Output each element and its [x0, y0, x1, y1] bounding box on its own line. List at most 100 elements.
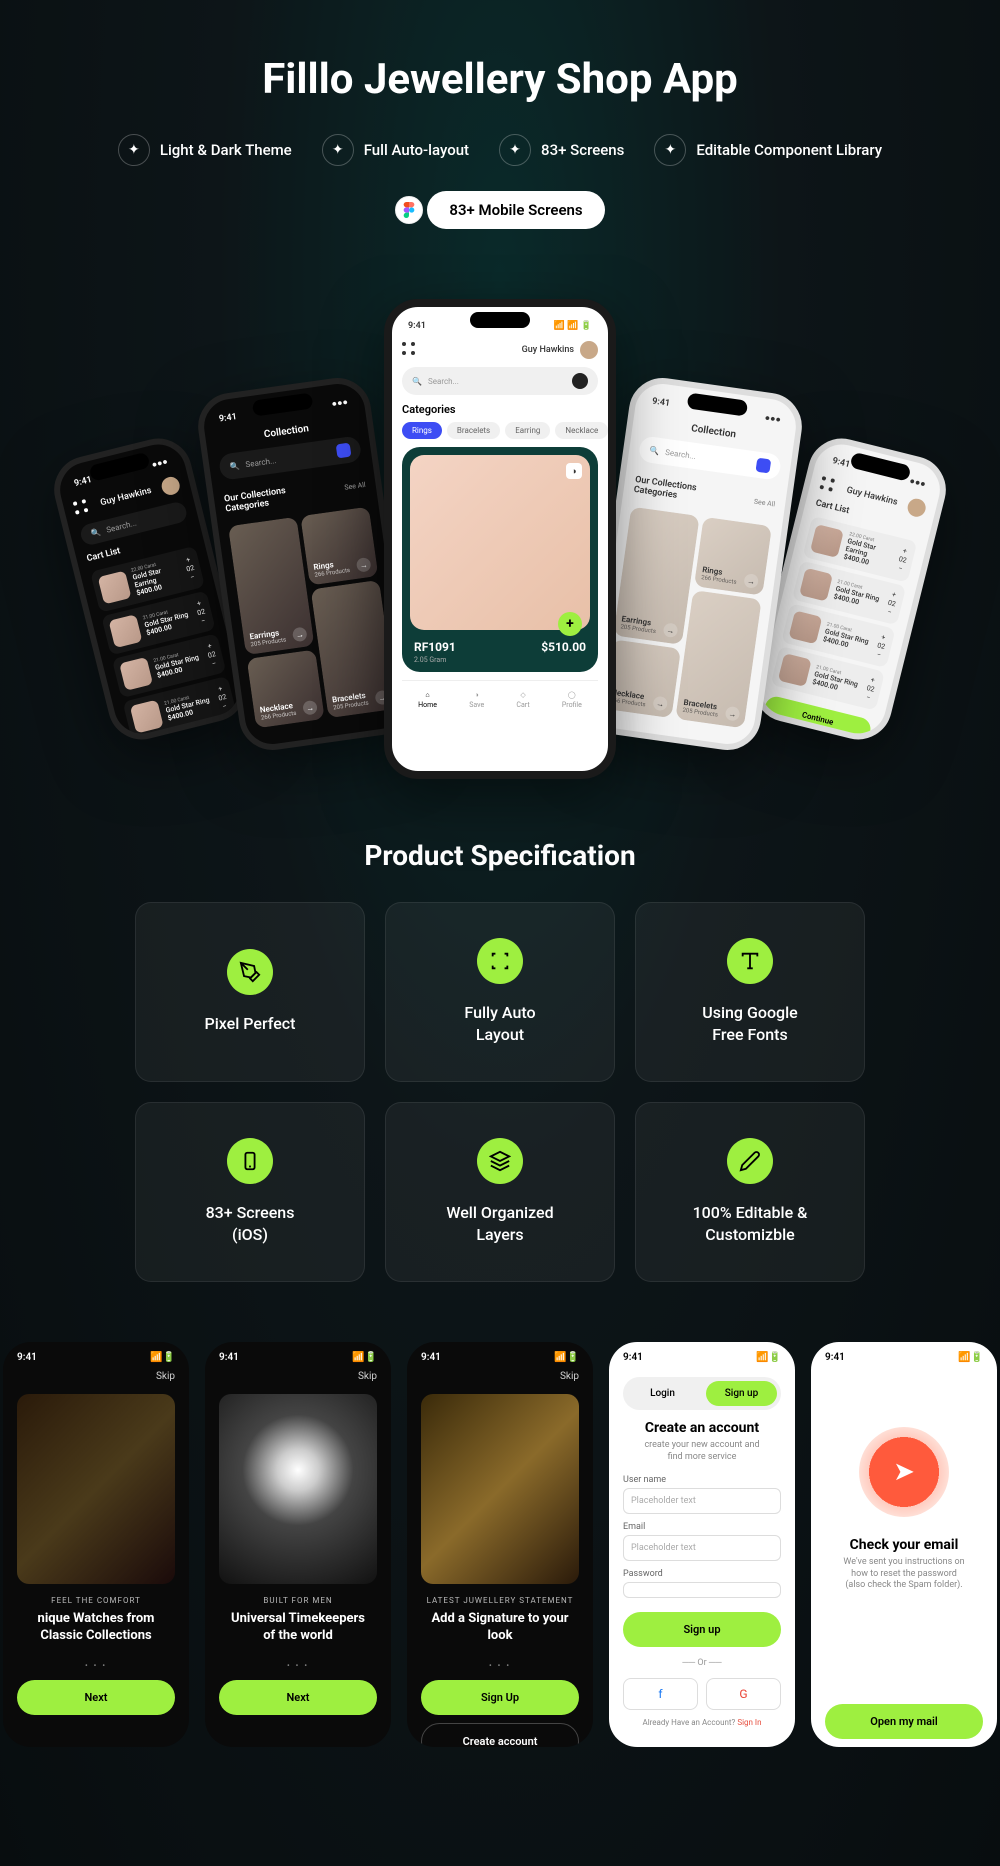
tab-necklace[interactable]: Necklace [555, 422, 608, 439]
skip-button[interactable]: Skip [407, 1367, 593, 1386]
specs-grid: Pixel PerfectFully AutoLayoutUsing Googl… [115, 902, 885, 1282]
create-account-button[interactable]: Create account [421, 1723, 579, 1747]
signup-button[interactable]: Sign up [623, 1612, 781, 1647]
nav-save[interactable]: ◑Save [469, 691, 484, 709]
tab-signup[interactable]: Sign up [706, 1381, 777, 1406]
menu-icon[interactable] [73, 498, 92, 517]
home-icon: ⌂ [425, 691, 429, 699]
specs-title: Product Specification [0, 839, 1000, 872]
collection-card[interactable]: Earrings205 Products→ [613, 507, 699, 645]
qty-plus[interactable]: + [880, 633, 886, 642]
spec-label: 100% Editable &Customizble [693, 1202, 808, 1247]
already-text: Already Have an Account? Sign In [609, 1718, 795, 1727]
tab-rings[interactable]: Rings [402, 422, 442, 439]
kicker: LATEST JUWELLERY STATEMENT [407, 1596, 593, 1605]
status-bar: 9:41📶🔋 [407, 1342, 593, 1367]
status-bar: 9:41📶🔋 [3, 1342, 189, 1367]
collection-card[interactable]: Earrings205 Products→ [228, 517, 314, 655]
qty-minus[interactable]: − [222, 702, 228, 711]
field-label: Email [623, 1522, 781, 1532]
product-card[interactable]: ◑ + RF1091 $510.00 2.05 Gram [402, 447, 598, 672]
cart-thumb [130, 700, 164, 734]
spec-card: Fully AutoLayout [385, 902, 615, 1082]
avatar[interactable] [160, 475, 182, 497]
pen-icon [227, 949, 273, 995]
feature-chip: ✦Editable Component Library [654, 134, 882, 166]
skip-button[interactable]: Skip [3, 1367, 189, 1386]
bookmark-icon[interactable]: ◑ [566, 463, 582, 479]
open-mail-button[interactable]: Open my mail [825, 1704, 983, 1739]
next-button[interactable]: Next [219, 1680, 377, 1715]
spec-card: Pixel Perfect [135, 902, 365, 1082]
auth-title: Create an account [609, 1420, 795, 1436]
collection-card[interactable]: Necklace266 Products→ [247, 649, 325, 728]
qty-minus[interactable]: − [865, 693, 871, 702]
qty-plus[interactable]: + [196, 599, 202, 608]
text-input[interactable] [623, 1582, 781, 1598]
gallery-phone: 9:41📶🔋SkipBUILT FOR MENUniversal Timekee… [205, 1342, 391, 1747]
avatar[interactable] [906, 497, 928, 519]
collection-card[interactable]: Rings266 Products→ [300, 507, 378, 586]
cart-thumb [109, 614, 143, 648]
qty-plus[interactable]: + [185, 556, 191, 565]
qty-minus[interactable]: − [190, 573, 196, 582]
spec-label: Fully AutoLayout [464, 1002, 535, 1047]
check-subtitle: We've sent you instructions on how to re… [811, 1553, 997, 1596]
tab-earring[interactable]: Earring [505, 422, 550, 439]
cart-thumb [98, 571, 132, 605]
or-divider: ── Or ── [609, 1657, 795, 1668]
gallery-row: 9:41📶🔋SkipFEEL THE COMFORTnique Watches … [0, 1342, 1000, 1747]
auth-subtitle: create your new account and find more se… [609, 1436, 795, 1467]
figma-icon [395, 196, 423, 224]
text-input[interactable]: Placeholder text [623, 1488, 781, 1514]
nav-cart[interactable]: ◇Cart [516, 691, 529, 709]
next-button[interactable]: Next [17, 1680, 175, 1715]
cart-thumb [799, 568, 833, 602]
cart-thumb [788, 610, 822, 644]
avatar[interactable] [580, 341, 598, 359]
qty-minus[interactable]: − [876, 651, 882, 660]
product-sku: RF1091 [414, 640, 456, 654]
qty-plus[interactable]: + [870, 676, 876, 685]
diamond-icon: ✦ [654, 134, 686, 166]
qty-plus[interactable]: + [891, 590, 897, 599]
qty-plus[interactable]: + [217, 685, 223, 694]
signup-button[interactable]: Sign Up [421, 1680, 579, 1715]
collection-card[interactable]: Rings266 Products→ [694, 517, 772, 596]
tab-login[interactable]: Login [627, 1381, 698, 1406]
spec-label: 83+ Screens(iOS) [206, 1202, 295, 1247]
qty-plus[interactable]: + [902, 547, 908, 556]
search-input[interactable]: 🔍 Search... [402, 367, 598, 395]
tab-bracelets[interactable]: Bracelets [447, 422, 500, 439]
pager-dots: • • • [407, 1661, 593, 1670]
user-icon: ◯ [568, 691, 576, 699]
qty-minus[interactable]: − [898, 564, 904, 573]
facebook-button[interactable]: f [623, 1678, 698, 1710]
menu-icon[interactable] [819, 476, 838, 495]
qty-minus[interactable]: − [200, 617, 206, 626]
spec-card: 83+ Screens(iOS) [135, 1102, 365, 1282]
add-button[interactable]: + [558, 612, 582, 636]
categories-label: Categories [402, 403, 598, 416]
nav-profile[interactable]: ◯Profile [562, 691, 582, 709]
skip-button[interactable]: Skip [205, 1367, 391, 1386]
send-icon: ➤ [859, 1427, 949, 1517]
bottom-nav: ⌂Home ◑Save ◇Cart ◯Profile [402, 680, 598, 713]
signin-link[interactable]: Sign In [737, 1718, 761, 1727]
qty-minus[interactable]: − [887, 608, 893, 617]
qty-plus[interactable]: + [207, 642, 213, 651]
google-button[interactable]: G [706, 1678, 781, 1710]
nav-home[interactable]: ⌂Home [418, 691, 437, 709]
text-input[interactable]: Placeholder text [623, 1535, 781, 1561]
feature-chip: ✦Light & Dark Theme [118, 134, 292, 166]
qty-minus[interactable]: − [211, 659, 217, 668]
headline: Universal Timekeepers of the world [205, 1605, 391, 1651]
product-weight: 2.05 Gram [410, 656, 590, 664]
headline: nique Watches from Classic Collections [3, 1605, 189, 1651]
menu-icon[interactable] [402, 342, 418, 358]
product-price: $510.00 [541, 640, 586, 654]
diamond-icon: ✦ [118, 134, 150, 166]
cart-thumb [119, 657, 153, 691]
collection-card[interactable]: Bracelets205 Products→ [675, 590, 761, 728]
check-title: Check your email [811, 1537, 997, 1553]
